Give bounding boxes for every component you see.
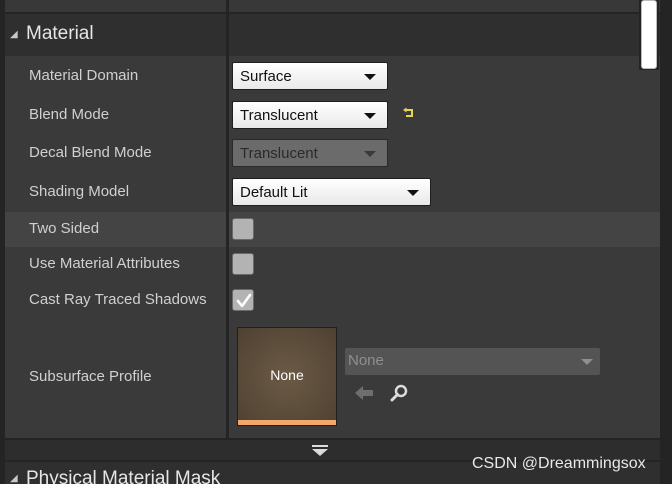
property-row-shading-model: Shading Model Default Lit [5,172,660,210]
asset-picker-value: None [348,352,384,369]
subsurface-profile-asset-picker[interactable]: None [345,348,600,375]
scrollbar-thumb[interactable] [641,0,657,69]
reset-to-default-icon[interactable] [402,107,416,121]
chevron-down-icon [364,74,376,80]
category-title: Material [26,23,94,44]
chevron-down-icon [407,190,419,196]
property-label: Material Domain [29,67,139,84]
dropdown-value: Translucent [240,145,318,162]
property-label: Use Material Attributes [29,255,180,272]
expand-advanced-icon [312,445,328,456]
dropdown-value: Surface [240,68,292,85]
category-header-material[interactable]: ◢ Material [5,14,660,56]
asset-type-color-bar [238,420,336,425]
asset-thumbnail[interactable]: None [237,327,337,426]
dropdown-value: Default Lit [240,184,308,201]
property-list: Material Domain Surface Blend Mode Trans… [5,56,660,438]
column-divider[interactable] [226,56,229,438]
column-divider[interactable] [226,0,229,12]
collapse-triangle-icon[interactable]: ◢ [10,30,18,40]
use-material-attributes-checkbox[interactable] [232,253,254,275]
chevron-down-icon [581,359,593,365]
shading-model-dropdown[interactable]: Default Lit [232,178,431,206]
property-row-blend-mode: Blend Mode Translucent [5,95,660,134]
cast-ray-traced-shadows-checkbox[interactable] [232,289,254,311]
two-sided-checkbox[interactable] [232,218,254,240]
arrow-left-icon[interactable] [354,385,374,401]
property-label: Two Sided [29,220,100,237]
property-label: Shading Model [29,183,130,200]
chevron-down-icon [364,113,376,119]
property-row-decal-blend-mode: Decal Blend Mode Translucent [5,134,660,172]
property-label: Cast Ray Traced Shadows [29,291,207,308]
property-row-use-material-attributes: Use Material Attributes [5,247,660,283]
column-divider[interactable] [226,14,229,56]
decal-blend-mode-dropdown: Translucent [232,139,388,167]
property-label: Decal Blend Mode [29,144,152,161]
details-panel: ◢ Material Material Domain Surface Blend… [0,0,672,484]
checkmark-icon [236,293,252,308]
property-row-cast-ray-traced-shadows: Cast Ray Traced Shadows [5,283,660,319]
property-row-two-sided: Two Sided [5,212,660,247]
thumbnail-label: None [270,367,304,383]
blend-mode-dropdown[interactable]: Translucent [232,101,388,129]
chevron-down-icon [364,151,376,157]
collapse-triangle-icon[interactable]: ◢ [10,474,18,484]
magnifier-icon[interactable] [389,384,409,402]
property-row-material-domain: Material Domain Surface [5,56,660,95]
property-label: Blend Mode [29,106,110,123]
material-domain-dropdown[interactable]: Surface [232,62,388,90]
dropdown-value: Translucent [240,107,318,124]
previous-row-sliver [5,0,660,12]
property-label: Subsurface Profile [29,368,152,385]
category-title: Physical Material Mask [26,468,221,484]
watermark-text: CSDN @Dreammingsox [472,455,646,472]
